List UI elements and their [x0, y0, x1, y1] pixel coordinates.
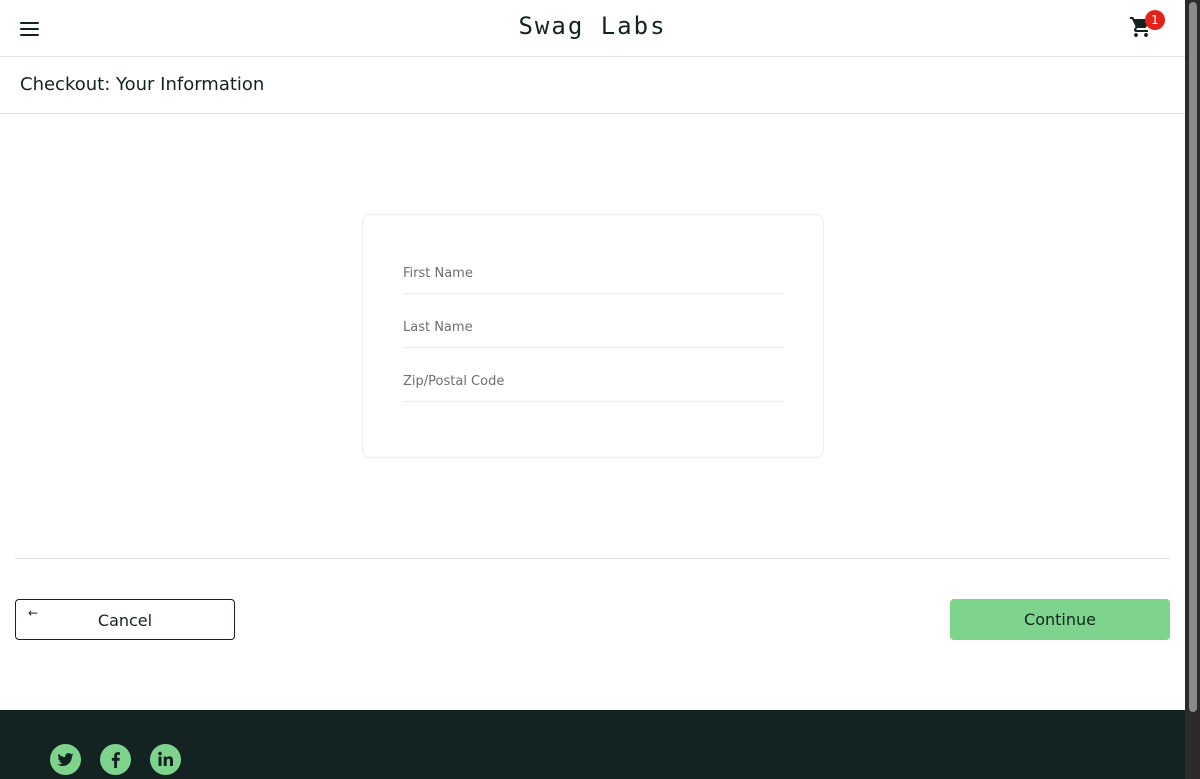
footer [0, 710, 1185, 779]
linkedin-icon [158, 751, 173, 766]
checkout-info-form [362, 214, 824, 458]
page-title: Checkout: Your Information [20, 74, 265, 95]
app-logo: Swag Labs [518, 12, 667, 40]
continue-button[interactable]: Continue [950, 599, 1170, 640]
checkout-page: Swag Labs 1 Checkout: Your Information ←… [0, 0, 1185, 779]
facebook-icon [111, 752, 120, 768]
last-name-field[interactable] [403, 308, 784, 348]
cancel-button-label: Cancel [97, 611, 153, 630]
continue-button-label: Continue [1024, 610, 1096, 629]
twitter-icon [57, 753, 74, 766]
divider [15, 558, 1170, 559]
postal-code-field[interactable] [403, 362, 784, 402]
linkedin-link[interactable] [150, 744, 181, 775]
app-header: Swag Labs 1 [0, 0, 1185, 57]
facebook-link[interactable] [100, 744, 131, 775]
twitter-link[interactable] [50, 744, 81, 775]
secondary-header: Checkout: Your Information [0, 57, 1185, 114]
cancel-button[interactable]: ← Cancel [15, 599, 235, 640]
first-name-field[interactable] [403, 254, 784, 294]
cart-badge: 1 [1145, 10, 1165, 30]
scrollbar-thumb[interactable] [1189, 2, 1197, 712]
